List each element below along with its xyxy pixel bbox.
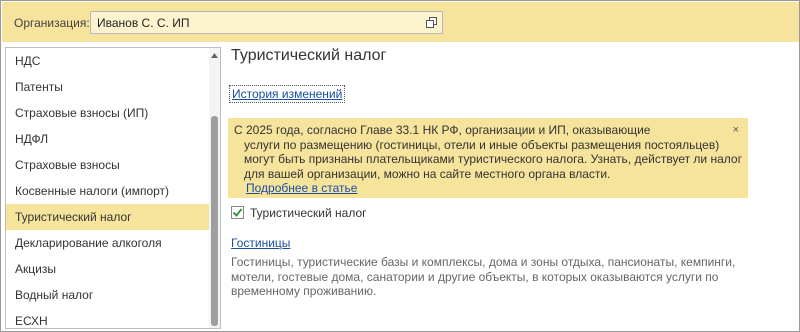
scrollbar-thumb[interactable] — [211, 116, 218, 326]
sidebar-item-water-tax[interactable]: Водный налог — [6, 282, 210, 308]
sidebar-item-excise[interactable]: Акцизы — [6, 256, 210, 282]
open-form-icon[interactable] — [424, 15, 439, 30]
hotels-description-line: мотели, гостевые дома, санатории и други… — [231, 269, 719, 284]
tourist-tax-checkbox-label[interactable]: Туристический налог — [250, 206, 367, 220]
hotels-description-line: Гостиницы, туристические базы и комплекс… — [231, 255, 736, 269]
sidebar-item-tourist-tax[interactable]: Туристический налог — [6, 204, 210, 230]
notice-line: услуги по размещению (гостиницы, отели и… — [244, 137, 720, 152]
tourist-tax-checkbox[interactable] — [231, 206, 244, 219]
organization-label: Организация: — [14, 16, 90, 30]
history-link[interactable]: История изменений — [229, 85, 346, 103]
page-title: Туристический налог — [231, 47, 387, 64]
sidebar-scrollbar[interactable] — [209, 48, 220, 328]
checkmark-icon — [232, 208, 243, 217]
sidebar-item-eshn[interactable]: ЕСХН — [6, 308, 210, 328]
scroll-up-arrow-icon[interactable] — [210, 51, 219, 59]
sidebar-item-nds[interactable]: НДС — [6, 48, 210, 74]
tax-sidebar: НДС Патенты Страховые взносы (ИП) НДФЛ С… — [5, 47, 221, 329]
app-window: Организация: Иванов С. С. ИП НДС Патенты… — [0, 0, 800, 332]
sidebar-item-patents[interactable]: Патенты — [6, 74, 210, 100]
notice-line: могут быть признаны плательщиками турист… — [244, 152, 742, 166]
notice-line: С 2025 года, согласно Главе 33.1 НК РФ, … — [234, 123, 651, 137]
organization-field[interactable]: Иванов С. С. ИП — [90, 11, 443, 34]
info-notice: С 2025 года, согласно Главе 33.1 НК РФ, … — [228, 118, 748, 198]
sidebar-item-insurance-ip[interactable]: Страховые взносы (ИП) — [6, 100, 210, 126]
article-link[interactable]: Подробнее в статье — [244, 181, 357, 195]
close-icon[interactable]: × — [733, 123, 739, 138]
organization-value: Иванов С. С. ИП — [97, 16, 190, 30]
hotels-description-line: временному проживанию. — [231, 284, 377, 298]
sidebar-item-alcohol[interactable]: Декларирование алкоголя — [6, 230, 210, 256]
organization-bar: Организация: Иванов С. С. ИП — [2, 2, 799, 42]
sidebar-item-indirect-taxes[interactable]: Косвенные налоги (импорт) — [6, 178, 210, 204]
hotels-link[interactable]: Гостиницы — [231, 236, 290, 250]
hotels-description: Гостиницы, туристические базы и комплекс… — [231, 255, 751, 299]
sidebar-item-ndfl[interactable]: НДФЛ — [6, 126, 210, 152]
sidebar-item-insurance[interactable]: Страховые взносы — [6, 152, 210, 178]
notice-line: для вашей организации, можно на сайте ме… — [244, 166, 611, 181]
